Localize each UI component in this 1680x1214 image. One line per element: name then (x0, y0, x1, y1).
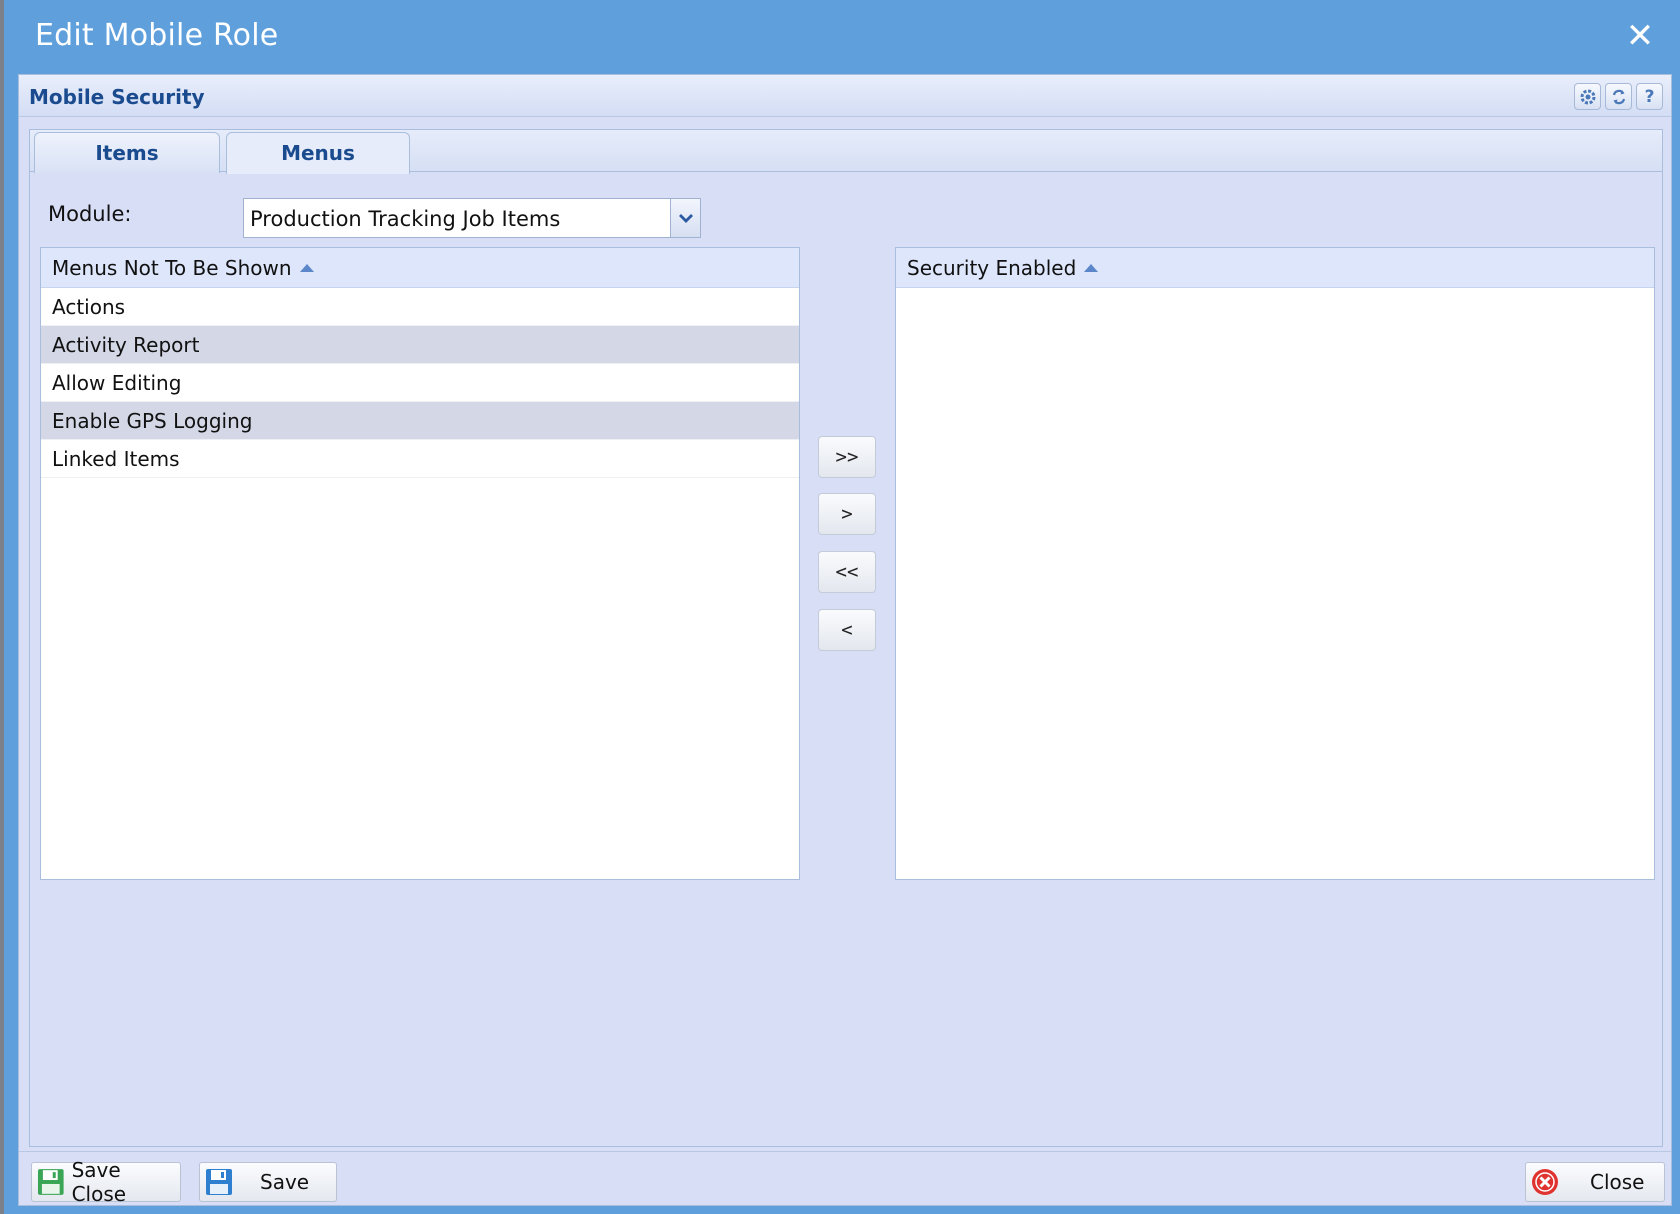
menus-not-shown-grid: Menus Not To Be Shown Actions Activity R… (40, 247, 800, 880)
module-label: Module: (48, 202, 132, 226)
refresh-icon[interactable] (1605, 83, 1632, 110)
tab-menus[interactable]: Menus (226, 132, 410, 174)
mobile-security-panel: Mobile Security ? Items Menus Module: Pr… (18, 74, 1672, 1206)
save-close-label: Save Close (71, 1158, 127, 1206)
help-icon[interactable]: ? (1636, 83, 1663, 110)
security-enabled-grid: Security Enabled (895, 247, 1655, 880)
move-all-right-button[interactable]: >> (818, 436, 876, 478)
dialog-title: Edit Mobile Role (35, 18, 279, 53)
menus-not-shown-header[interactable]: Menus Not To Be Shown (41, 248, 799, 288)
list-item[interactable]: Enable GPS Logging (41, 402, 799, 440)
module-select[interactable]: Production Tracking Job Items (243, 198, 701, 238)
move-all-left-button[interactable]: << (818, 551, 876, 593)
sort-ascending-icon (299, 263, 314, 272)
panel-title: Mobile Security (29, 85, 205, 109)
close-button[interactable]: Close (1525, 1162, 1665, 1202)
module-select-value: Production Tracking Job Items (250, 207, 561, 231)
close-circle-icon (1532, 1169, 1558, 1195)
edit-mobile-role-dialog: Edit Mobile Role ✕ Mobile Security ? Ite… (4, 0, 1680, 1214)
close-icon[interactable]: ✕ (1622, 18, 1658, 54)
dialog-footer: Save Close Save Close (19, 1151, 1671, 1206)
sort-ascending-icon (1084, 263, 1099, 272)
list-item[interactable]: Allow Editing (41, 364, 799, 402)
dialog-titlebar[interactable]: Edit Mobile Role ✕ (4, 0, 1680, 74)
save-button[interactable]: Save (199, 1162, 337, 1202)
move-right-button[interactable]: > (818, 493, 876, 535)
tabstrip: Items Menus (30, 130, 1662, 174)
save-label: Save (260, 1170, 310, 1194)
move-left-button[interactable]: < (818, 609, 876, 651)
list-item[interactable]: Activity Report (41, 326, 799, 364)
save-close-button[interactable]: Save Close (31, 1158, 181, 1206)
tab-items[interactable]: Items (34, 132, 220, 173)
security-enabled-header[interactable]: Security Enabled (896, 248, 1654, 288)
security-enabled-header-label: Security Enabled (907, 255, 1077, 280)
list-item[interactable]: Linked Items (41, 440, 799, 478)
list-item[interactable]: Actions (41, 288, 799, 326)
panel-tools: ? (1574, 83, 1663, 110)
gear-icon[interactable] (1574, 83, 1601, 110)
close-label: Close (1590, 1170, 1645, 1194)
panel-header: Mobile Security ? (19, 75, 1671, 117)
menus-not-shown-header-label: Menus Not To Be Shown (52, 255, 292, 280)
chevron-down-icon[interactable] (670, 199, 700, 237)
save-icon (206, 1169, 232, 1195)
save-icon (37, 1169, 64, 1195)
tab-panel: Items Menus Module: Production Tracking … (29, 129, 1663, 1147)
